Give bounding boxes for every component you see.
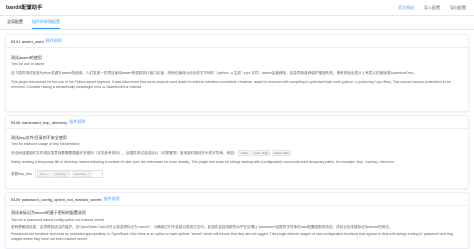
plugin-title-en: Test for a password based config option … bbox=[11, 217, 105, 222]
header-actions: 官方网站 导入配置 导出配置 bbox=[398, 5, 466, 11]
plugin-description-en: Safely creating a temporary file or dire… bbox=[11, 159, 395, 164]
plugin-description-zh: 密码是敏感信息，必须得到适当的保护。在OpenStack Oslo中可以将选项标… bbox=[11, 225, 393, 229]
plugin-title-zh: 测试assert的使用 bbox=[11, 55, 42, 60]
import-config-button[interactable]: 导入配置 bbox=[424, 5, 440, 11]
plugin-description-zh: 这个插件测试检查Python关键字assert的使用。人们发现一些项目使用ass… bbox=[11, 71, 417, 75]
plugin-id: B108 bbox=[11, 119, 21, 125]
close-icon[interactable]: × bbox=[47, 172, 49, 176]
tmp-dirs-input[interactable]: /tmp × /var/tmp × /dev/shm × bbox=[34, 170, 103, 179]
tag-label: /dev/shm bbox=[74, 172, 87, 177]
plugin-card-header: B101 assert_used 插件说明 bbox=[6, 35, 468, 48]
tab-plugin-config[interactable]: 插件的单独配置 bbox=[32, 16, 60, 29]
tag-item: /var/tmp × bbox=[52, 171, 71, 177]
plugin-card-body: 测试assert的使用 Test for use of assert 这个插件测… bbox=[6, 48, 468, 91]
plugin-doc-link[interactable]: 插件说明 bbox=[69, 119, 85, 125]
tag-item: /tmp × bbox=[37, 171, 51, 177]
app-title: bandit配置助手 bbox=[6, 5, 43, 11]
plugin-id: B109 bbox=[11, 196, 21, 202]
close-icon[interactable]: × bbox=[88, 172, 90, 176]
tag-label: /tmp bbox=[39, 172, 46, 177]
plugin-title-en: Test for insecure usage of tmp file/dire… bbox=[11, 142, 80, 146]
plugin-config-list: B101 assert_used 插件说明 测试assert的使用 Test f… bbox=[0, 30, 474, 249]
close-icon[interactable]: × bbox=[67, 172, 69, 176]
plugin-card-b101: B101 assert_used 插件说明 测试assert的使用 Test f… bbox=[5, 34, 469, 112]
plugin-id: B101 bbox=[11, 38, 21, 44]
tab-global-config[interactable]: 全局配置 bbox=[7, 16, 23, 29]
path-code: /tmp bbox=[238, 150, 250, 157]
export-config-button[interactable]: 导出配置 bbox=[450, 5, 466, 11]
plugin-card-header: B108 hardcoded_tmp_directory 插件说明 bbox=[6, 116, 468, 129]
plugin-card-b108: B108 hardcoded_tmp_directory 插件说明 测试tmp文… bbox=[5, 115, 469, 189]
plugin-card-b109: B109 password_config_option_not_marked_s… bbox=[5, 192, 469, 249]
path-code: /dev/shm bbox=[271, 150, 291, 157]
param-row-tmp-dirs: 参数tmp_dirs /tmp × /var/tmp × /dev/shm × bbox=[11, 170, 463, 179]
plugin-card-body: 测试未标记为secret的基于密码的配置选项 Test for a passwo… bbox=[6, 206, 468, 242]
top-bar: bandit配置助手 官方网站 导入配置 导出配置 bbox=[0, 0, 474, 16]
plugin-doc-link[interactable]: 插件说明 bbox=[46, 38, 62, 44]
plugin-card-body: 测试tmp文件/目录的不安全使用 Test for insecure usage… bbox=[6, 129, 468, 179]
tab-bar: 全局配置 插件的单独配置 bbox=[0, 16, 474, 30]
path-code: /var/tmp bbox=[251, 150, 271, 157]
plugin-description-en: Passwords are sensitive and must be prot… bbox=[11, 232, 453, 241]
description-text: 安全地创建临时文件或目录意味着需要遵循许多规则（详见参考资料）。此插件测试会查找… bbox=[11, 151, 238, 155]
plugin-name: assert_used bbox=[21, 38, 44, 44]
plugin-description-en: This plugin test checks for the use of t… bbox=[11, 79, 451, 90]
plugin-doc-link[interactable]: 插件说明 bbox=[103, 196, 119, 202]
plugin-title-en: Test for use of assert bbox=[11, 62, 45, 66]
official-site-link[interactable]: 官方网站 bbox=[398, 5, 414, 11]
plugin-card-header: B109 password_config_option_not_marked_s… bbox=[6, 193, 468, 206]
plugin-name: password_config_option_not_marked_secret bbox=[21, 196, 102, 202]
plugin-description-zh: 安全地创建临时文件或目录意味着需要遵循许多规则（详见参考资料）。此插件测试会查找… bbox=[11, 150, 463, 157]
param-label: 参数tmp_dirs bbox=[11, 171, 32, 176]
tag-label: /var/tmp bbox=[54, 172, 66, 177]
tag-item: /dev/shm × bbox=[71, 171, 92, 177]
plugin-title-zh: 测试tmp文件/目录的不安全使用 bbox=[11, 135, 67, 140]
plugin-name: hardcoded_tmp_directory bbox=[21, 119, 68, 125]
